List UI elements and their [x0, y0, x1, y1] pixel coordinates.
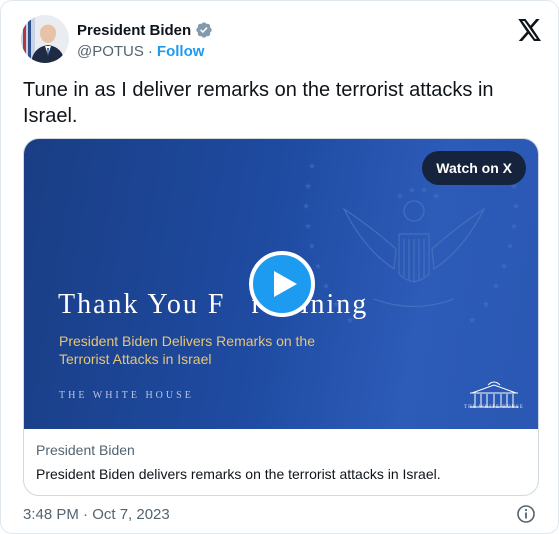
video-headline-part1: Thank You F — [58, 289, 226, 320]
info-icon[interactable] — [516, 504, 536, 524]
card-author: President Biden — [36, 442, 135, 458]
svg-text:★: ★ — [308, 162, 316, 172]
verified-badge-icon — [196, 22, 212, 38]
tweet-timestamp[interactable]: 3:48 PM · Oct 7, 2023 — [23, 506, 170, 523]
svg-text:★: ★ — [308, 242, 316, 252]
video-headline: Thank You Fr Joining — [58, 289, 368, 321]
author-handle-row: @POTUS · Follow — [77, 43, 204, 60]
video-player[interactable]: ★★★ ★★★ ★★★ ★★★ ★★★ ★★★ ★★★★ Watch on X … — [24, 139, 538, 429]
svg-text:★: ★ — [482, 300, 490, 310]
follow-button[interactable]: Follow — [157, 43, 205, 60]
svg-text:★: ★ — [506, 242, 514, 252]
svg-text:★: ★ — [302, 202, 310, 212]
tweet-header: President Biden @POTUS · Follow — [21, 15, 542, 65]
svg-text:★: ★ — [396, 192, 404, 202]
white-house-logo-caption: THE WHITE HOUSE — [464, 405, 524, 410]
author-name[interactable]: President Biden — [77, 22, 191, 39]
svg-text:★: ★ — [304, 182, 312, 192]
svg-text:★: ★ — [304, 222, 312, 232]
tweet-text: Tune in as I deliver remarks on the terr… — [23, 79, 494, 127]
media-card[interactable]: ★★★ ★★★ ★★★ ★★★ ★★★ ★★★ ★★★★ Watch on X … — [23, 138, 539, 496]
watch-on-x-button[interactable]: Watch on X — [422, 151, 526, 185]
author-handle[interactable]: @POTUS — [77, 43, 144, 60]
play-button[interactable] — [249, 251, 315, 317]
card-description: President Biden delivers remarks on the … — [36, 466, 441, 482]
card-meta: President Biden President Biden delivers… — [36, 441, 526, 484]
tweet-card: President Biden @POTUS · Follow Tune in … — [0, 0, 559, 534]
x-logo-icon[interactable] — [518, 19, 542, 41]
svg-text:★: ★ — [408, 186, 416, 196]
avatar[interactable] — [21, 15, 69, 63]
author-name-row: President Biden — [77, 21, 213, 39]
svg-text:★: ★ — [314, 262, 322, 272]
svg-text:★: ★ — [500, 262, 508, 272]
svg-text:★: ★ — [512, 202, 520, 212]
video-subtitle: President Biden Delivers Remarks on the … — [59, 333, 316, 367]
svg-text:★: ★ — [420, 186, 428, 196]
play-icon — [274, 271, 297, 297]
svg-text:★: ★ — [432, 192, 440, 202]
video-branding: THE WHITE HOUSE — [59, 390, 194, 401]
avatar-image — [21, 15, 69, 63]
white-house-logo-icon — [470, 381, 518, 408]
svg-text:★: ★ — [510, 222, 518, 232]
svg-text:★: ★ — [468, 316, 476, 326]
separator-dot: · — [147, 43, 153, 60]
svg-text:★: ★ — [492, 282, 500, 292]
